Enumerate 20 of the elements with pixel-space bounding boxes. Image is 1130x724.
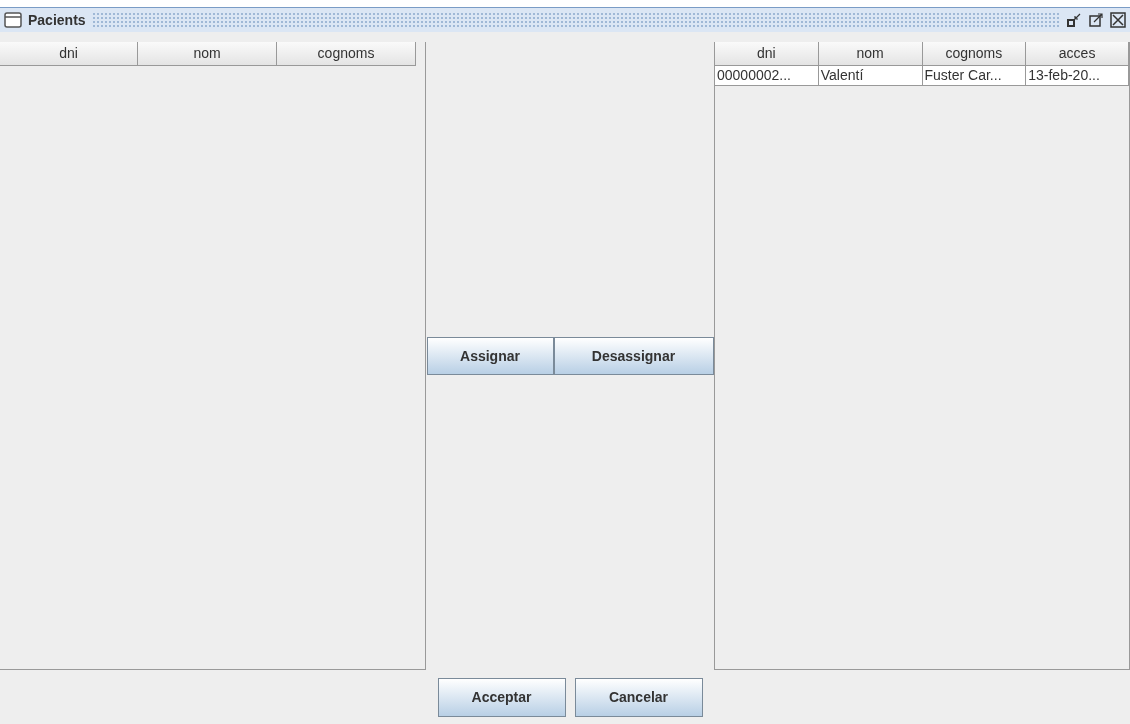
- column-header[interactable]: cognoms: [277, 42, 416, 66]
- column-header[interactable]: dni: [0, 42, 138, 66]
- table-cell: Fuster Car...: [922, 66, 1027, 86]
- column-header[interactable]: nom: [818, 42, 923, 66]
- table-cell: 13-feb-20...: [1026, 66, 1129, 86]
- dialog-button[interactable]: Acceptar: [437, 677, 566, 717]
- restore-icon[interactable]: [1066, 12, 1082, 28]
- dialog-button[interactable]: Cancelar: [574, 677, 703, 717]
- window-title: Pacients: [28, 10, 86, 30]
- maximize-icon[interactable]: [1088, 12, 1104, 28]
- column-header[interactable]: acces: [1026, 42, 1129, 66]
- column-header[interactable]: nom: [138, 42, 277, 66]
- window-icon: [4, 12, 22, 28]
- column-header[interactable]: dni: [715, 42, 819, 66]
- assign-button[interactable]: Assignar: [426, 337, 554, 375]
- assign-button[interactable]: Desassignar: [553, 337, 714, 375]
- close-icon[interactable]: [1110, 12, 1126, 28]
- column-header[interactable]: cognoms: [922, 42, 1027, 66]
- table-cell: Valentí: [818, 66, 923, 86]
- table-cell: 00000002...: [715, 66, 819, 86]
